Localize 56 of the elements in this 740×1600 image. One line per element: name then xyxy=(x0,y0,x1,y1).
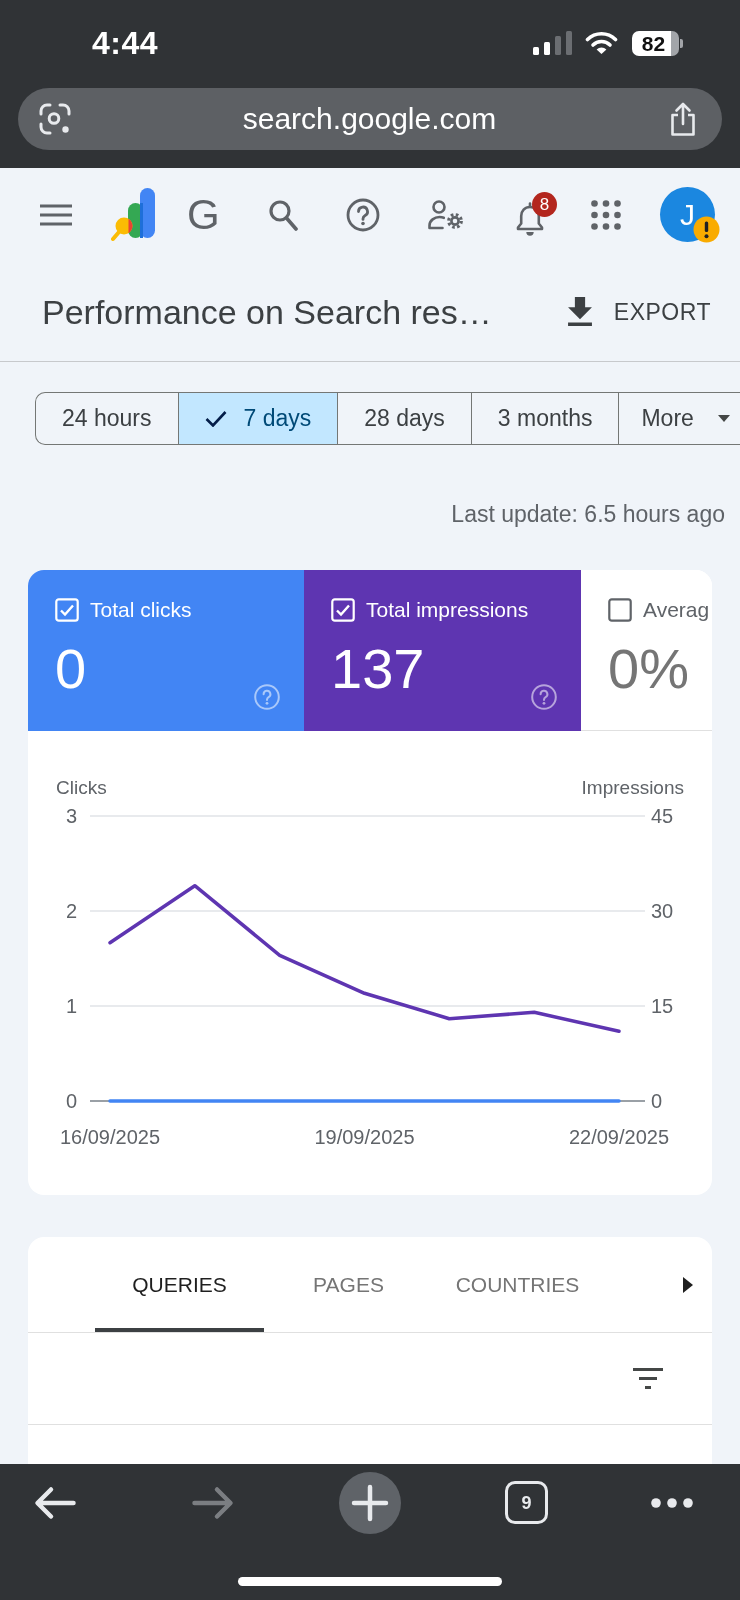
metric-label: Total clicks xyxy=(90,598,192,622)
date-range-option[interactable]: 24 hours xyxy=(36,393,179,444)
date-range-option[interactable]: 3 months xyxy=(471,393,620,444)
search-icon[interactable] xyxy=(268,199,298,231)
date-range-option[interactable]: 28 days xyxy=(338,393,472,444)
axis-tick-label: 0 xyxy=(651,1090,663,1112)
date-label: 22/09/2025 xyxy=(568,1126,670,1148)
notification-badge: 8 xyxy=(532,192,557,217)
report-tab[interactable]: QUERIES xyxy=(95,1237,264,1332)
menu-icon[interactable] xyxy=(40,204,72,226)
tab-switcher-button[interactable]: 9 xyxy=(505,1481,548,1524)
metric-label: Total impressions xyxy=(366,598,529,622)
metric-value: 137 xyxy=(331,638,425,700)
axis-tick-label: 0 xyxy=(65,1090,77,1112)
next-arrow-icon[interactable] xyxy=(683,1276,693,1293)
metric-value: 0 xyxy=(55,638,87,700)
metric-card[interactable]: Averag 0% xyxy=(581,570,712,731)
export-button[interactable]: EXPORT xyxy=(567,297,711,326)
user-settings-icon[interactable] xyxy=(428,200,464,230)
axis-tick-label: 3 xyxy=(65,805,77,827)
back-arrow-icon[interactable] xyxy=(34,1485,76,1520)
metric-value: 0% xyxy=(608,638,689,700)
battery-indicator: 82 xyxy=(632,30,683,56)
caret-icon xyxy=(718,415,730,422)
axis-title: Impressions xyxy=(581,776,684,798)
share-icon[interactable] xyxy=(668,102,698,136)
report-tab[interactable]: PAGES xyxy=(264,1237,433,1332)
axis-tick-label: 45 xyxy=(651,805,674,827)
axis-tick-label: 1 xyxy=(65,995,77,1017)
lens-icon[interactable] xyxy=(39,103,71,135)
status-time: 4:44 xyxy=(92,25,159,61)
address-bar[interactable]: search.google.com xyxy=(18,88,722,150)
more-icon[interactable] xyxy=(651,1497,693,1508)
plus-icon[interactable] xyxy=(339,1471,401,1534)
axis-tick-label: 15 xyxy=(651,995,674,1017)
report-tab[interactable]: COUNTRIES xyxy=(433,1237,602,1332)
axis-tick-label: 30 xyxy=(651,900,674,922)
check-icon xyxy=(204,410,227,427)
signal-icon xyxy=(533,31,572,55)
download-icon xyxy=(567,297,592,326)
date-range-option[interactable]: More xyxy=(619,393,740,444)
apps-grid-icon[interactable] xyxy=(591,200,621,230)
axis-title: Clicks xyxy=(56,776,107,798)
filter-icon[interactable] xyxy=(633,1368,663,1389)
date-label: 16/09/2025 xyxy=(59,1126,161,1148)
axis-tick-label: 2 xyxy=(65,900,77,922)
metric-label: Averag xyxy=(643,598,710,622)
last-update-text: Last update: 6.5 hours ago xyxy=(451,501,725,528)
page-title: Performance on Search res… xyxy=(42,291,492,332)
help-icon[interactable] xyxy=(346,198,380,232)
date-label: 19/09/2025 xyxy=(314,1126,415,1148)
wifi-icon xyxy=(585,31,618,55)
url-text: search.google.com xyxy=(241,102,498,136)
app-name: G xyxy=(187,192,221,238)
date-range-option[interactable]: 7 days xyxy=(178,393,339,444)
checkbox[interactable] xyxy=(608,598,632,622)
